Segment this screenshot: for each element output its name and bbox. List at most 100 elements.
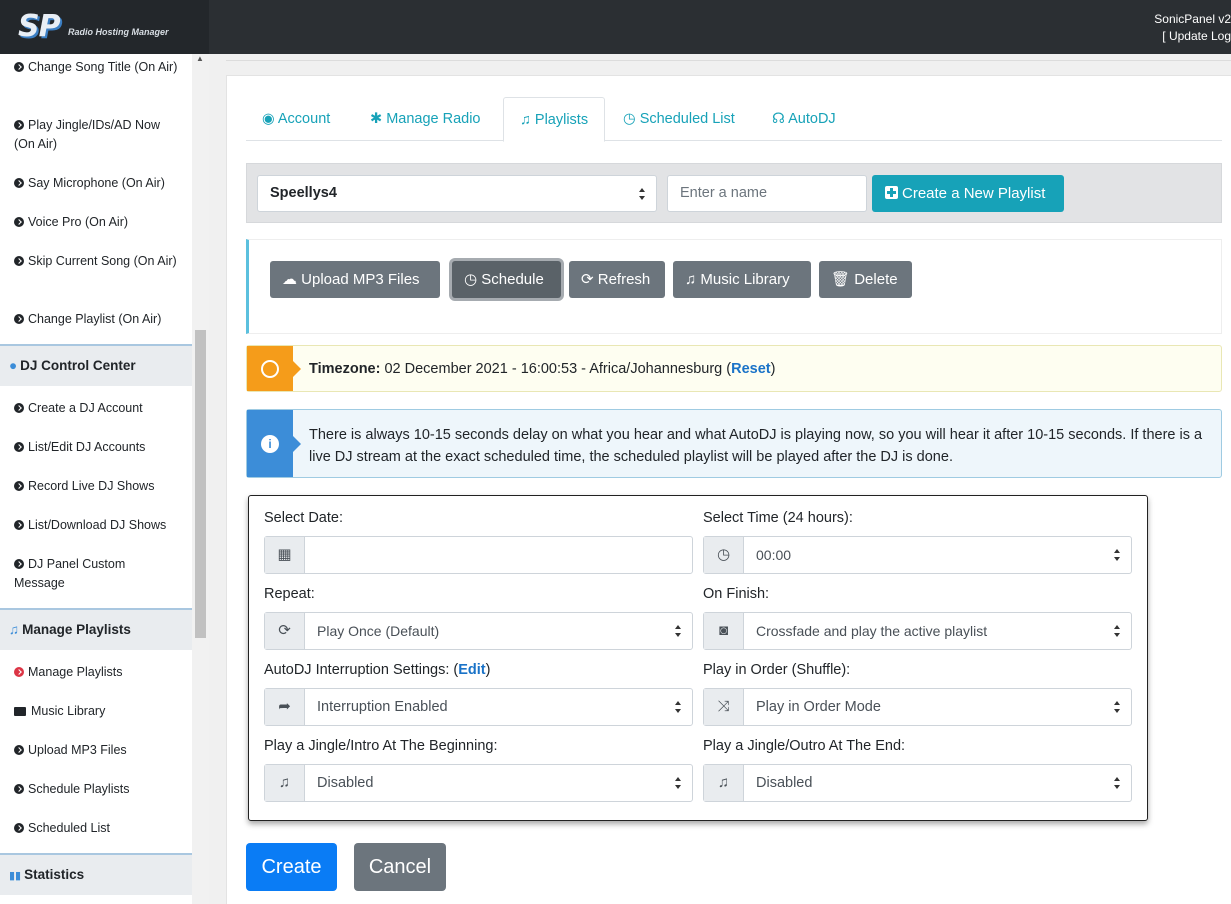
playlist-name-input[interactable]: Enter a name (667, 175, 867, 212)
sidebar-item-list-dj[interactable]: List/Edit DJ Accounts (14, 438, 179, 457)
sidebar-item-manage-playlists[interactable]: Manage Playlists (14, 663, 179, 682)
time-select[interactable]: ◷ 00:00 (703, 536, 1132, 574)
chevron-circle-icon (14, 256, 24, 266)
tab-playlists[interactable]: ♫ Playlists (503, 97, 606, 142)
cancel-button[interactable]: Cancel (354, 843, 446, 891)
sidebar-item-download-dj[interactable]: List/Download DJ Shows (14, 516, 179, 535)
sidebar-item-say-microphone[interactable]: Say Microphone (On Air) (14, 174, 179, 193)
sidebar-section-statistics[interactable]: ▮▮ Statistics (0, 853, 192, 895)
select-caret-icon (675, 777, 682, 789)
share-arrow-icon: ➦ (265, 689, 305, 725)
folder-icon (14, 707, 26, 716)
upload-mp3-button[interactable]: ☁ Upload MP3 Files (270, 261, 440, 298)
time-label: Select Time (24 hours): (703, 510, 853, 526)
scrollbar-thumb[interactable] (195, 330, 206, 638)
clock-icon (261, 360, 279, 378)
actions-panel: ☁ Upload MP3 Files ◷ Schedule ⟳ Refresh … (246, 239, 1222, 334)
jingle-begin-label: Play a Jingle/Intro At The Beginning: (264, 738, 498, 754)
top-bar: SP Radio Hosting Manager SonicPanel v2 [… (0, 0, 1231, 54)
refresh-icon: ⟳ (265, 613, 305, 649)
cloud-upload-icon: ☁ (282, 271, 302, 288)
music-library-button[interactable]: ♫ Music Library (673, 261, 811, 298)
refresh-icon: ⟳ (581, 271, 598, 288)
tab-autodj[interactable]: ☊ AutoDJ (756, 97, 852, 141)
date-label: Select Date: (264, 510, 343, 526)
chevron-circle-icon (14, 314, 24, 324)
select-caret-icon (675, 701, 682, 713)
chevron-circle-icon (14, 442, 24, 452)
sidebar-item-voice-pro[interactable]: Voice Pro (On Air) (14, 213, 179, 232)
chevron-circle-icon (14, 217, 24, 227)
interruption-select[interactable]: ➦ Interruption Enabled (264, 688, 693, 726)
finish-label: On Finish: (703, 586, 770, 602)
tab-scheduled-list[interactable]: ◷ Scheduled List (607, 97, 751, 141)
sidebar-item-change-song-title[interactable]: Change Song Title (On Air) (14, 58, 179, 77)
chevron-circle-icon (14, 403, 24, 413)
tab-account[interactable]: ◉ Account (246, 97, 346, 141)
select-caret-icon (639, 187, 646, 200)
app-version: SonicPanel v2 (1154, 12, 1231, 26)
timezone-alert: Timezone: 02 December 2021 - 16:00:53 - … (246, 345, 1222, 392)
refresh-button[interactable]: ⟳ Refresh (569, 261, 665, 298)
jingle-begin-select[interactable]: ♫ Disabled (264, 764, 693, 802)
sidebar-item-upload-mp3[interactable]: Upload MP3 Files (14, 741, 179, 760)
logo-subtitle: Radio Hosting Manager (68, 27, 169, 37)
tab-bar: ◉ Account ✱ Manage Radio ♫ Playlists ◷ S… (246, 97, 1222, 142)
sidebar-item-play-jingle[interactable]: Play Jingle/IDs/AD Now (On Air) (14, 116, 179, 154)
select-caret-icon (1114, 777, 1121, 789)
chevron-circle-icon (14, 784, 24, 794)
logo-mark: SP (18, 9, 61, 44)
select-caret-icon (1114, 625, 1121, 637)
delete-button[interactable]: 🗑 Delete (819, 261, 912, 298)
timezone-reset-link[interactable]: Reset (731, 361, 771, 377)
select-caret-icon (1114, 701, 1121, 713)
order-label: Play in Order (Shuffle): (703, 662, 851, 678)
interruption-edit-link[interactable]: Edit (458, 662, 485, 678)
order-select[interactable]: ⤨ Play in Order Mode (703, 688, 1132, 726)
sidebar-item-create-dj[interactable]: Create a DJ Account (14, 399, 179, 418)
date-input[interactable]: ▦ (264, 536, 693, 574)
gear-icon: ✱ (370, 111, 387, 127)
update-log-link[interactable]: [ Update Log (1151, 28, 1231, 45)
sidebar-item-skip-song[interactable]: Skip Current Song (On Air) (14, 252, 179, 271)
jingle-end-select[interactable]: ♫ Disabled (703, 764, 1132, 802)
playlist-select[interactable]: Speellys4 (257, 175, 657, 212)
schedule-form: Select Date: ▦ Select Time (24 hours): ◷… (248, 495, 1148, 821)
timezone-text: Timezone: 02 December 2021 - 16:00:53 - … (309, 361, 776, 377)
sidebar-section-manage-playlists[interactable]: ♫ Manage Playlists (0, 608, 192, 650)
calendar-icon: ▦ (265, 537, 305, 573)
interruption-label: AutoDJ Interruption Settings: (Edit) (264, 662, 491, 678)
logo[interactable]: SP Radio Hosting Manager (0, 0, 209, 54)
repeat-select[interactable]: ⟳ Play Once (Default) (264, 612, 693, 650)
sidebar-scrollbar[interactable]: ▲ (192, 54, 209, 904)
sidebar-item-dj-message[interactable]: DJ Panel Custom Message (14, 555, 179, 593)
create-playlist-button[interactable]: Create a New Playlist (872, 175, 1064, 212)
bar-chart-icon: ▮▮ (9, 870, 22, 882)
tab-manage-radio[interactable]: ✱ Manage Radio (354, 97, 497, 141)
info-alert-side: i (247, 410, 301, 477)
sidebar-item-record-dj[interactable]: Record Live DJ Shows (14, 477, 179, 496)
sidebar-item-music-library[interactable]: Music Library (14, 702, 179, 721)
info-text: There is always 10-15 seconds delay on w… (309, 427, 1203, 465)
jingle-end-label: Play a Jingle/Outro At The End: (703, 738, 906, 754)
sidebar-item-scheduled-list[interactable]: Scheduled List (14, 819, 179, 838)
user-circle-icon: ◉ (262, 111, 278, 127)
scroll-up-icon[interactable]: ▲ (196, 54, 204, 63)
finish-select[interactable]: ◙ Crossfade and play the active playlist (703, 612, 1132, 650)
clock-icon: ◷ (464, 271, 482, 288)
sidebar-item-change-playlist[interactable]: Change Playlist (On Air) (14, 310, 179, 329)
create-button[interactable]: Create (246, 843, 337, 891)
chevron-circle-icon (14, 520, 24, 530)
schedule-button[interactable]: ◷ Schedule (452, 261, 561, 298)
sidebar: Change Song Title (On Air) Play Jingle/I… (0, 54, 192, 904)
trash-icon: 🗑 (831, 271, 855, 288)
chevron-circle-icon (14, 667, 24, 677)
chevron-circle-icon (14, 481, 24, 491)
user-circle-icon: ● (9, 358, 18, 373)
music-icon: ♫ (9, 622, 20, 637)
stop-circle-icon: ◙ (704, 613, 744, 649)
music-icon: ♫ (685, 271, 701, 288)
repeat-label: Repeat: (264, 586, 315, 602)
sidebar-item-schedule-playlists[interactable]: Schedule Playlists (14, 780, 179, 799)
sidebar-section-dj-control[interactable]: ● DJ Control Center (0, 344, 192, 386)
